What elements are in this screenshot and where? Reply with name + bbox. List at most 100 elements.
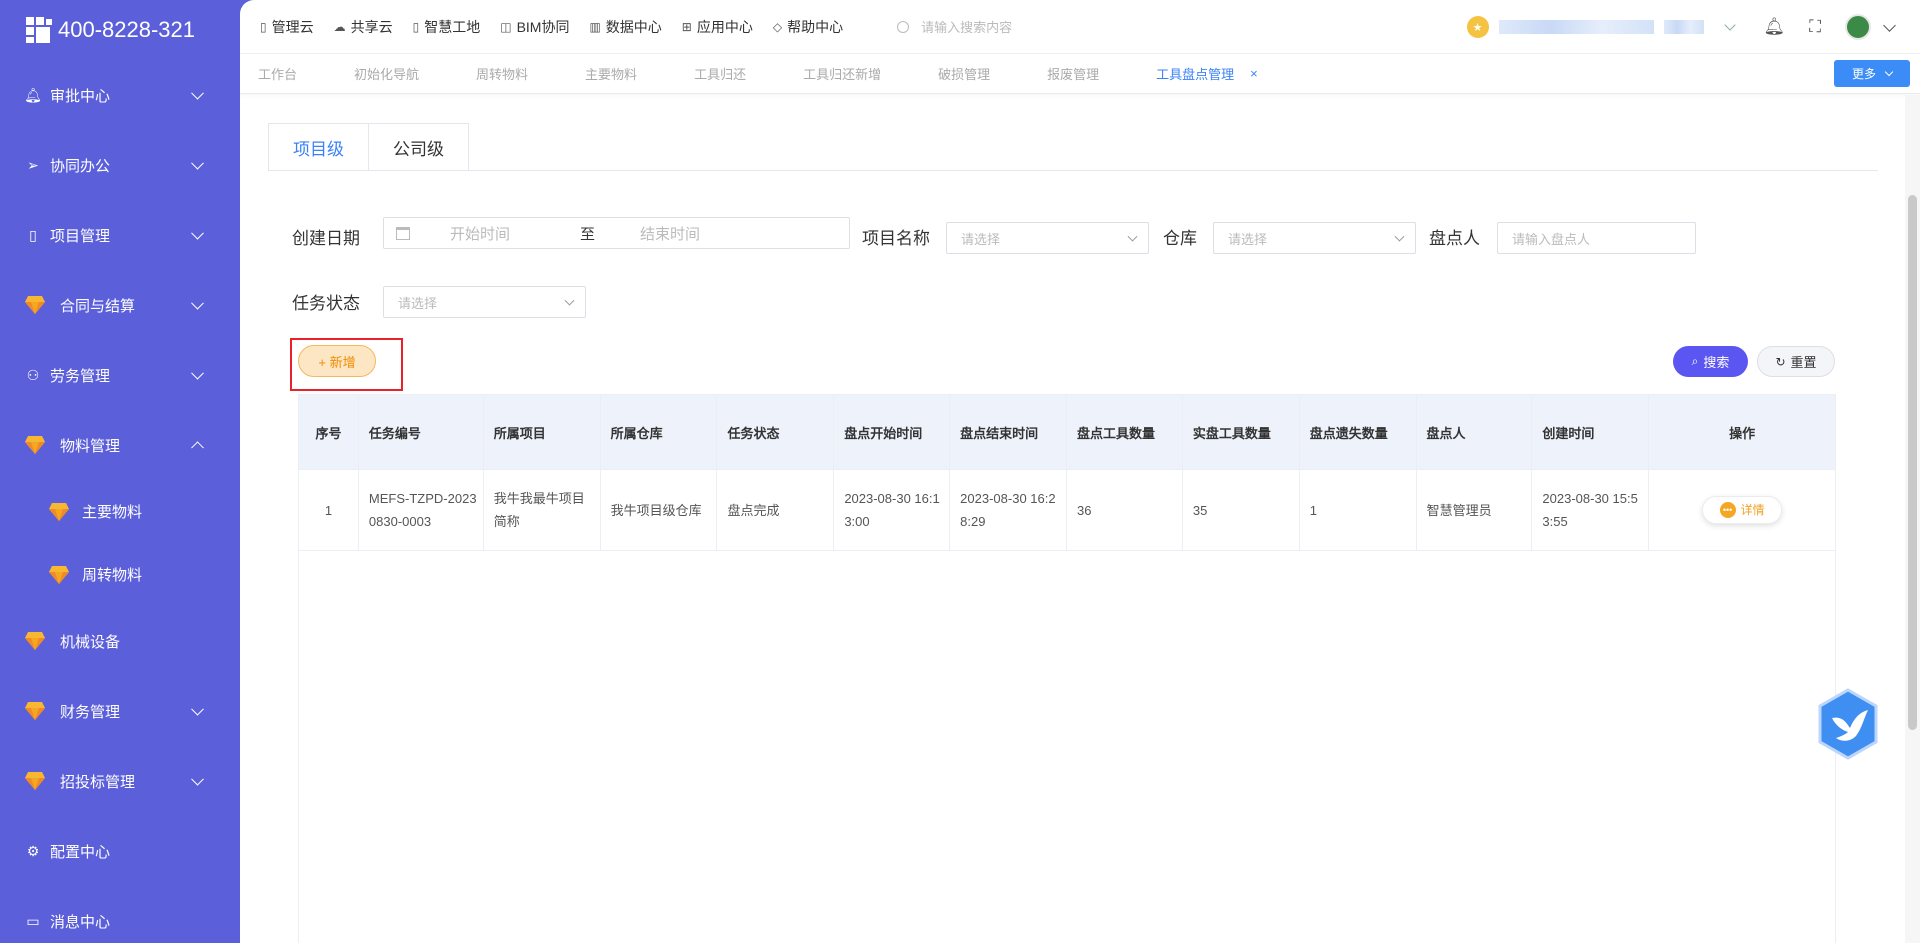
cell-tool-count: 36 xyxy=(1067,470,1183,550)
topnav-bim[interactable]: ◫ BIM协同 xyxy=(500,17,569,37)
more-button[interactable]: 更多 xyxy=(1834,60,1910,87)
task-status-select[interactable]: 请选择 xyxy=(383,286,586,318)
grid-icon: ⊞ xyxy=(681,19,692,34)
sidebar-item-finance[interactable]: 财务管理 xyxy=(0,676,240,746)
tab-damage-management[interactable]: 破损管理 xyxy=(938,64,990,83)
sidebar-item-label: 协同办公 xyxy=(50,157,111,175)
checker-input[interactable]: 请输入盘点人 xyxy=(1497,222,1696,254)
coin-icon: ★ xyxy=(1466,16,1489,38)
cell-end-time: 2023-08-30 16:28:29 xyxy=(950,470,1068,550)
column-header: 实盘工具数量 xyxy=(1183,395,1300,469)
tab-label: 工具盘点管理 xyxy=(1156,67,1235,82)
column-header: 所属项目 xyxy=(484,395,601,469)
sidebar-item-message[interactable]: ▭ 消息中心 xyxy=(0,886,240,943)
topnav-data-center[interactable]: ▥ 数据中心 xyxy=(589,17,661,37)
sidebar-item-project[interactable]: ▯ 项目管理 xyxy=(0,200,240,270)
project-name-select[interactable]: 请选择 xyxy=(946,222,1149,254)
sidebar-subitem-label: 周转物料 xyxy=(82,567,143,584)
fullscreen-icon[interactable]: ⛶ xyxy=(1809,17,1821,37)
topnav-label: 共享云 xyxy=(350,18,393,35)
chart-icon: ▥ xyxy=(589,19,601,34)
topnav-app-center[interactable]: ⊞ 应用中心 xyxy=(682,17,753,37)
sidebar-item-label: 招投标管理 xyxy=(60,773,136,791)
sidebar-item-contract[interactable]: 合同与结算 xyxy=(0,270,240,340)
date-range-picker[interactable]: 开始时间 至 结束时间 xyxy=(383,217,850,249)
chevron-down-icon[interactable] xyxy=(1883,18,1896,32)
add-button[interactable]: + 新增 xyxy=(298,345,376,377)
detail-button-label: 详情 xyxy=(1740,502,1765,517)
tab-company-level[interactable]: 公司级 xyxy=(369,123,469,171)
sidebar-item-material[interactable]: 物料管理 xyxy=(0,410,240,480)
cell-checker: 智慧管理员 xyxy=(1417,470,1533,550)
scrollbar[interactable] xyxy=(1905,95,1920,943)
sidebar-item-label: 配置中心 xyxy=(50,843,111,861)
cell-lost-count: 1 xyxy=(1300,470,1417,550)
sidebar-item-bidding[interactable]: 招投标管理 xyxy=(0,746,240,816)
column-header: 任务状态 xyxy=(717,395,835,469)
search-icon xyxy=(897,20,910,33)
tab-main-material[interactable]: 主要物料 xyxy=(585,64,637,83)
sidebar-item-machinery[interactable]: 机械设备 xyxy=(0,606,240,676)
refresh-icon: ↻ xyxy=(1775,354,1786,369)
column-header: 操作 xyxy=(1729,425,1756,441)
detail-button[interactable]: ••• 详情 xyxy=(1702,496,1783,524)
start-date-input[interactable]: 开始时间 xyxy=(450,223,580,244)
search-button-label: 搜索 xyxy=(1703,355,1730,370)
reset-button[interactable]: ↻ 重置 xyxy=(1757,346,1835,377)
assistant-bird-icon[interactable] xyxy=(1816,688,1880,760)
topnav-label: 智慧工地 xyxy=(424,18,481,35)
tab-project-level[interactable]: 项目级 xyxy=(268,123,369,171)
sidebar-item-labor[interactable]: ⚇ 劳务管理 xyxy=(0,340,240,410)
search-button[interactable]: ⌕ 搜索 xyxy=(1673,346,1748,377)
select-placeholder: 请选择 xyxy=(398,295,438,311)
sidebar-subitem-label: 主要物料 xyxy=(82,504,143,521)
sidebar-item-approval[interactable]: 🔔︎ 审批中心 xyxy=(0,60,240,130)
date-separator: 至 xyxy=(580,225,596,243)
user-role-redacted xyxy=(1663,20,1704,34)
create-date-label: 创建日期 xyxy=(292,229,360,248)
close-icon[interactable]: × xyxy=(1250,66,1258,81)
top-search[interactable]: 请输入搜索内容 xyxy=(897,17,1012,36)
sidebar-item-config[interactable]: ⚙︎ 配置中心 xyxy=(0,816,240,886)
user-name-redacted xyxy=(1498,20,1654,34)
topnav-label: BIM协同 xyxy=(516,18,570,35)
cell-start-time: 2023-08-30 16:13:00 xyxy=(834,470,951,550)
more-dots-icon: ••• xyxy=(1719,502,1736,518)
notification-bell-icon[interactable]: 🔔︎ xyxy=(1764,17,1786,37)
end-date-input[interactable]: 结束时间 xyxy=(640,223,700,244)
cell-warehouse: 我牛项目级仓库 xyxy=(601,470,718,550)
tab-workbench[interactable]: 工作台 xyxy=(258,64,297,83)
book-icon: ▯ xyxy=(29,226,37,243)
topnav-management-cloud[interactable]: ▯ 管理云 xyxy=(260,17,314,37)
sidebar-subitem-turnover-material[interactable]: 周转物料 xyxy=(0,543,240,606)
column-header: 盘点开始时间 xyxy=(834,395,951,469)
select-placeholder: 请选择 xyxy=(961,231,1001,247)
tab-tool-return-add[interactable]: 工具归还新增 xyxy=(803,64,881,83)
topnav-help-center[interactable]: ◇ 帮助中心 xyxy=(773,17,843,37)
chevron-up-icon xyxy=(191,441,204,455)
sidebar-subitem-main-material[interactable]: 主要物料 xyxy=(0,480,240,543)
sidebar-item-label: 劳务管理 xyxy=(50,367,111,385)
tab-init-nav[interactable]: 初始化导航 xyxy=(354,64,419,83)
tab-turnover-material[interactable]: 周转物料 xyxy=(476,64,528,83)
chevron-down-icon[interactable] xyxy=(1723,19,1736,31)
gem-icon xyxy=(24,435,46,455)
main-panel: ▯ 管理云 ☁︎ 共享云 ▯ 智慧工地 ◫ BIM协同 ▥ 数据中心 ⊞ 应用中心 ◇ 帮助中… xyxy=(240,0,1920,943)
sidebar-item-label: 项目管理 xyxy=(50,227,111,245)
sidebar-item-collab[interactable]: ➢ 协同办公 xyxy=(0,130,240,200)
tab-tool-inventory[interactable]: 工具盘点管理 × xyxy=(1156,64,1258,83)
warehouse-label: 仓库 xyxy=(1163,229,1197,248)
gem-icon xyxy=(24,771,46,791)
top-right: ★ 🔔︎ ⛶ xyxy=(1466,0,1896,54)
scrollbar-thumb[interactable] xyxy=(1908,195,1917,730)
warehouse-select[interactable]: 请选择 xyxy=(1213,222,1416,254)
tab-tool-return[interactable]: 工具归还 xyxy=(694,64,746,83)
tab-scrap-management[interactable]: 报废管理 xyxy=(1047,64,1099,83)
content: 项目级 公司级 创建日期 开始时间 至 结束时间 项目名称 请选择 仓库 请选择… xyxy=(240,95,1905,943)
topnav-share-cloud[interactable]: ☁︎ 共享云 xyxy=(334,17,393,37)
topnav-label: 帮助中心 xyxy=(787,18,844,35)
topnav-smart-site[interactable]: ▯ 智慧工地 xyxy=(413,17,481,37)
avatar[interactable] xyxy=(1845,14,1871,40)
cell-actual-count: 35 xyxy=(1183,470,1300,550)
input-placeholder: 请输入盘点人 xyxy=(1512,231,1591,247)
